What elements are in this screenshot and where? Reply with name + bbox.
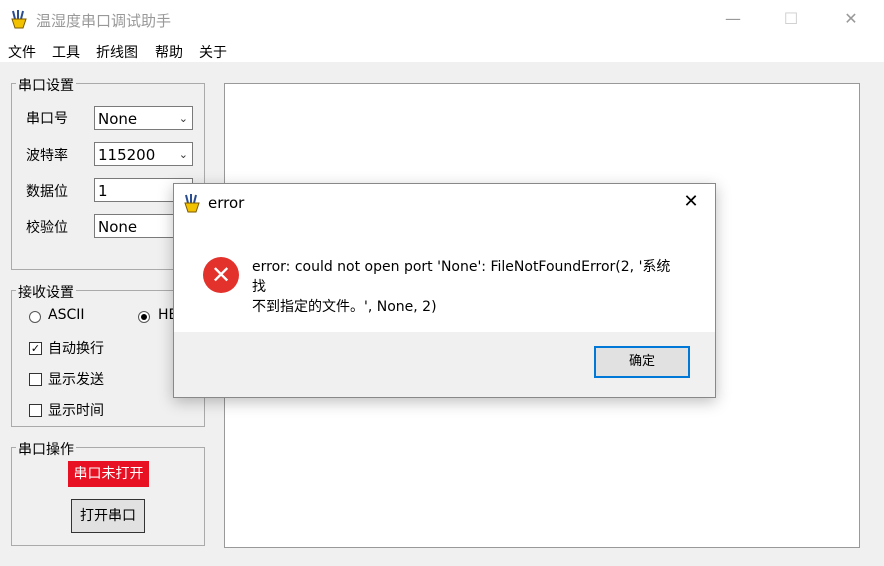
baud-value: 115200 xyxy=(98,146,156,164)
auto-wrap-checkbox[interactable]: ✓ xyxy=(29,342,42,355)
chevron-down-icon: ⌄ xyxy=(178,148,188,161)
parity-label: 校验位 xyxy=(26,220,68,236)
auto-wrap-label: 自动换行 xyxy=(48,341,104,357)
parity-value: None xyxy=(98,218,138,236)
menu-help[interactable]: 帮助 xyxy=(155,42,183,62)
show-time-label: 显示时间 xyxy=(48,403,104,419)
show-send-label: 显示发送 xyxy=(48,372,104,388)
dialog-title: error xyxy=(208,194,245,212)
menu-about[interactable]: 关于 xyxy=(199,42,227,62)
menu-chart[interactable]: 折线图 xyxy=(96,42,138,62)
show-time-checkbox[interactable] xyxy=(29,404,42,417)
ok-button[interactable]: 确定 xyxy=(594,346,690,378)
close-button[interactable]: ✕ xyxy=(836,6,866,32)
open-port-button[interactable]: 打开串口 xyxy=(71,499,145,533)
error-icon: ✕ xyxy=(203,257,239,293)
error-message-line2: 不到指定的文件。', None, 2) xyxy=(252,299,437,315)
error-message-line1: error: could not open port 'None': FileN… xyxy=(252,259,671,295)
baud-label: 波特率 xyxy=(26,148,68,164)
ascii-label: ASCII xyxy=(48,307,85,323)
show-send-checkbox[interactable] xyxy=(29,373,42,386)
menu-tools[interactable]: 工具 xyxy=(52,42,80,62)
menu-file[interactable]: 文件 xyxy=(8,42,36,62)
databits-label: 数据位 xyxy=(26,184,68,200)
error-dialog: error ✕ ✕ error: could not open port 'No… xyxy=(173,183,716,398)
dialog-close-button[interactable]: ✕ xyxy=(679,190,703,214)
app-icon xyxy=(11,10,27,29)
serial-ops-label: 串口操作 xyxy=(16,439,76,459)
window-title: 温湿度串口调试助手 xyxy=(36,12,172,30)
error-message: error: could not open port 'None': FileN… xyxy=(252,257,682,317)
chevron-down-icon: ⌄ xyxy=(178,112,188,125)
app-icon xyxy=(184,194,200,213)
menu-bar: 文件 工具 折线图 帮助 关于 xyxy=(0,38,884,62)
databits-value: 1 xyxy=(98,182,108,200)
port-value: None xyxy=(98,110,138,128)
hex-radio[interactable] xyxy=(138,311,150,323)
title-bar: 温湿度串口调试助手 — ☐ ✕ xyxy=(0,0,884,38)
port-select[interactable]: None ⌄ xyxy=(94,106,193,130)
port-label: 串口号 xyxy=(26,111,68,127)
baud-select[interactable]: 115200 ⌄ xyxy=(94,142,193,166)
ascii-radio[interactable] xyxy=(29,311,41,323)
dialog-footer: 确定 xyxy=(174,332,715,397)
receive-settings-label: 接收设置 xyxy=(16,282,76,302)
port-status-badge: 串口未打开 xyxy=(68,461,149,487)
maximize-button[interactable]: ☐ xyxy=(776,6,806,32)
serial-settings-label: 串口设置 xyxy=(16,75,76,95)
minimize-button[interactable]: — xyxy=(718,6,748,32)
